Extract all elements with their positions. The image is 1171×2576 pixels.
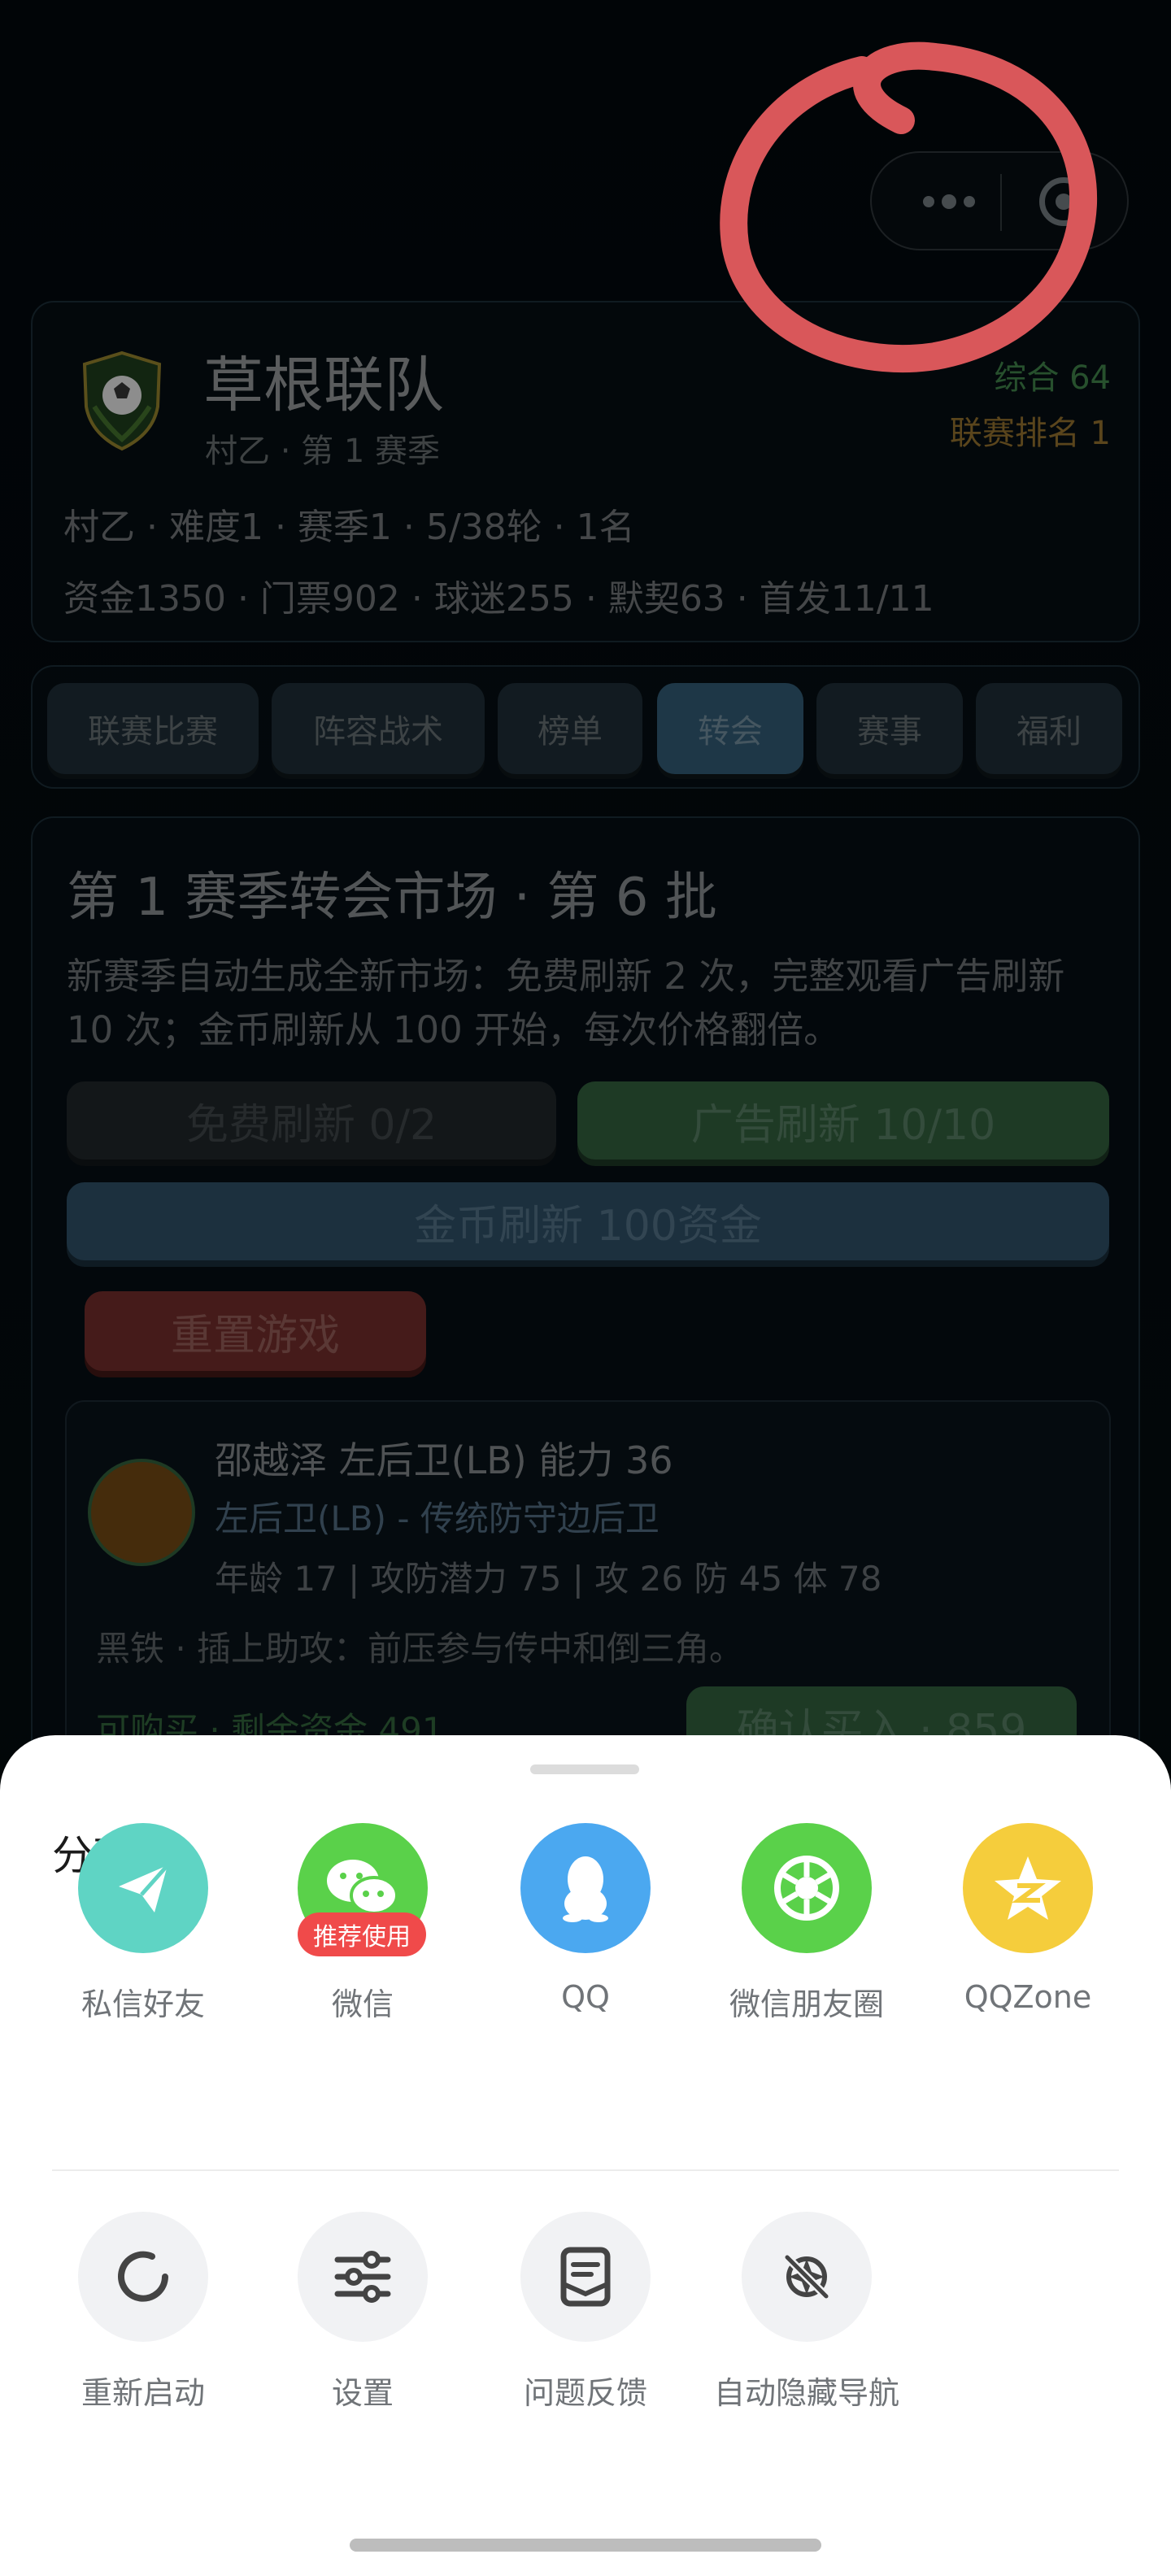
share-label: 微信 — [331, 1986, 394, 2022]
main-tab-bar: 联赛比赛 阵容战术 榜单 转会 赛事 福利 — [31, 665, 1140, 789]
restart-icon — [78, 2212, 208, 2342]
share-label: 私信好友 — [81, 1986, 205, 2022]
reset-game-button[interactable]: 重置游戏 — [85, 1291, 426, 1371]
sheet-drag-handle[interactable] — [530, 1764, 639, 1774]
settings-action[interactable]: 设置 — [273, 2212, 452, 2439]
restart-action[interactable]: 重新启动 — [54, 2212, 233, 2439]
tab-rankings[interactable]: 榜单 — [498, 683, 642, 774]
market-description: 新赛季自动生成全新市场：免费刷新 2 次，完整观看广告刷新 10 次；金币刷新从… — [67, 955, 1065, 1051]
close-mini-program-icon[interactable] — [1039, 177, 1088, 226]
paper-plane-icon — [78, 1823, 208, 1953]
moments-shutter-icon — [742, 1823, 872, 1953]
action-label: 问题反馈 — [523, 2375, 647, 2411]
recommended-badge: 推荐使用 — [298, 1912, 426, 1956]
club-resources: 资金1350 · 门票902 · 球迷255 · 默契63 · 首发11/11 — [63, 578, 934, 620]
player-trait: 黑铁 · 插上助攻：前压参与传中和倒三角。 — [96, 1629, 744, 1669]
feedback-icon — [520, 2212, 651, 2342]
player-stats: 年龄 17 | 攻防潜力 75 | 攻 26 防 45 体 78 — [215, 1559, 882, 1599]
feedback-action[interactable]: 问题反馈 — [496, 2212, 675, 2439]
tab-transfer[interactable]: 转会 — [657, 683, 803, 774]
team-crest-icon — [82, 350, 162, 451]
share-moments[interactable]: 微信朋友圈 — [717, 1823, 896, 2051]
qq-penguin-icon — [520, 1823, 651, 1953]
transfer-market-panel: 第 1 赛季转会市场 · 第 6 批 新赛季自动生成全新市场：免费刷新 2 次，… — [31, 816, 1140, 1792]
share-label: QQZone — [964, 1979, 1092, 2015]
tab-welfare[interactable]: 福利 — [976, 683, 1122, 774]
auto-hide-nav-action[interactable]: 自动隐藏导航 — [714, 2212, 899, 2439]
mini-program-capsule — [870, 151, 1129, 250]
tab-league-match[interactable]: 联赛比赛 — [47, 683, 259, 774]
share-private-message[interactable]: 私信好友 — [54, 1823, 233, 2051]
action-label: 设置 — [331, 2375, 394, 2411]
share-qq[interactable]: QQ — [496, 1823, 675, 2051]
settings-sliders-icon — [298, 2212, 428, 2342]
share-label: 微信朋友圈 — [729, 1986, 884, 2022]
share-qzone[interactable]: QQZone — [938, 1823, 1117, 2051]
action-label: 重新启动 — [81, 2375, 205, 2411]
capsule-divider — [1000, 174, 1002, 231]
player-avatar — [88, 1459, 195, 1566]
free-refresh-button[interactable]: 免费刷新 0/2 — [67, 1081, 556, 1160]
league-rank: 联赛排名 1 — [949, 415, 1111, 452]
mini-game-page: 草根联队 村乙 · 第 1 赛季 综合 64 联赛排名 1 村乙 · 难度1 ·… — [0, 0, 1171, 2576]
more-options-icon[interactable] — [904, 177, 994, 226]
share-label: QQ — [561, 1979, 610, 2015]
overall-rating: 综合 64 — [994, 359, 1111, 397]
player-card: 邵越泽 左后卫(LB) 能力 36 左后卫(LB) - 传统防守边后卫 年龄 1… — [65, 1400, 1111, 1774]
hide-navigation-icon — [742, 2212, 872, 2342]
team-name: 草根联队 — [203, 350, 444, 420]
tab-events[interactable]: 赛事 — [816, 683, 963, 774]
tab-lineup-tactics[interactable]: 阵容战术 — [272, 683, 485, 774]
home-indicator[interactable] — [350, 2539, 821, 2552]
team-info-card: 草根联队 村乙 · 第 1 赛季 综合 64 联赛排名 1 村乙 · 难度1 ·… — [31, 301, 1140, 642]
ad-refresh-button[interactable]: 广告刷新 10/10 — [577, 1081, 1109, 1160]
team-league-season: 村乙 · 第 1 赛季 — [205, 433, 441, 470]
player-position: 左后卫(LB) - 传统防守边后卫 — [215, 1499, 660, 1538]
gold-refresh-button[interactable]: 金币刷新 100资金 — [67, 1182, 1109, 1260]
qzone-star-icon — [963, 1823, 1093, 1953]
season-progress: 村乙 · 难度1 · 赛季1 · 5/38轮 · 1名 — [63, 507, 635, 548]
action-label: 自动隐藏导航 — [713, 2375, 899, 2411]
share-sheet-divider — [52, 2169, 1119, 2171]
player-name: 邵越泽 左后卫(LB) 能力 36 — [215, 1438, 673, 1482]
market-title: 第 1 赛季转会市场 · 第 6 批 — [67, 868, 717, 928]
